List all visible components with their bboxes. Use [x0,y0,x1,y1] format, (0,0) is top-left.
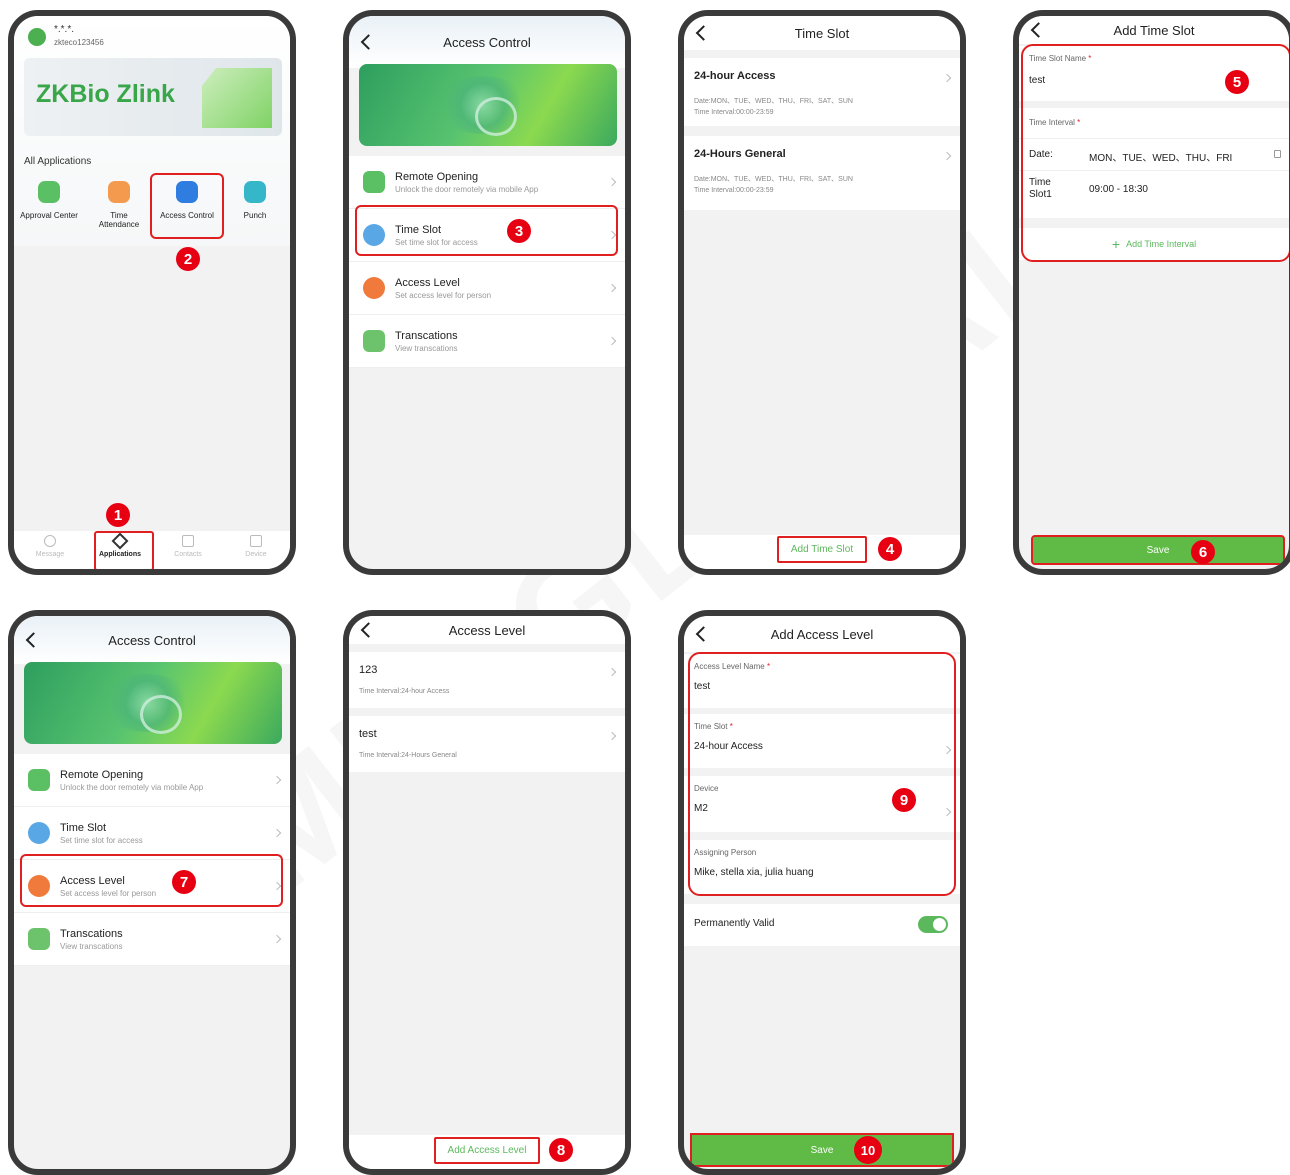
phone-add-access-level: Add Access Level Access Level Name * tes… [678,610,966,1175]
page-title: Add Time Slot [1113,22,1195,38]
save-button[interactable]: Save [690,1133,954,1167]
highlight-form [1021,44,1289,262]
header: Time Slot [684,16,960,50]
chevron-right-icon [272,828,282,838]
step-badge-8: 8 [549,1138,573,1162]
step-badge-4: 4 [878,537,902,561]
banner-title: ZKBio Zlink [36,80,175,108]
header: Access Level [349,616,625,644]
door-icon [28,769,50,791]
save-button[interactable]: Save [1031,535,1285,565]
header: Add Time Slot [1019,16,1289,44]
permanently-valid-row: Permanently Valid [684,904,960,946]
banner-image [24,662,282,744]
step-badge-1: 1 [106,503,130,527]
header: Access Control [349,16,625,68]
step-badge-3: 3 [507,219,531,243]
menu-remote-opening[interactable]: Remote Opening Unlock the door remotely v… [349,156,625,209]
step-badge-10: 10 [854,1136,882,1164]
page-title: Time Slot [794,25,850,41]
phone-access-control-1: Access Control Remote Opening Unlock the … [343,10,631,575]
back-arrow-icon[interactable] [360,622,377,638]
brand-banner[interactable]: ZKBio Zlink [24,58,282,136]
page-title: Add Access Level [770,626,874,642]
document-icon [363,330,385,352]
menu-access-level[interactable]: Access Level Set access level for person [349,262,625,315]
phone-time-slot: Time Slot 24-hour Access Date:MON、TUE、WE… [678,10,966,575]
menu-time-slot[interactable]: Time Slot Set time slot for access [14,807,290,860]
clock-icon [28,822,50,844]
cubes-graphic [202,68,272,128]
time-slot-item[interactable]: 24-Hours General Date:MON、TUE、WED、THU、FR… [684,136,960,210]
highlight-access-level [20,854,283,907]
app-approval-center[interactable]: Approval Center [16,181,82,220]
phone-home: *.*.*. zkteco123456 ZKBio Zlink All Appl… [8,10,296,575]
avatar[interactable] [28,28,46,46]
username: zkteco123456 [54,38,104,47]
phone-access-control-2: Access Control Remote Opening Unlock the … [8,610,296,1175]
step-badge-2: 2 [176,247,200,271]
time-slot-item[interactable]: 24-hour Access Date:MON、TUE、WED、THU、FRI、… [684,58,960,126]
document-icon [28,928,50,950]
access-level-item[interactable]: test Time Interval:24-Hours General [349,716,625,772]
highlight-form [688,652,956,896]
bottom-bar: Add Time Slot [684,535,960,569]
step-badge-9: 9 [892,788,916,812]
punch-icon [244,181,266,203]
step-badge-5: 5 [1225,70,1249,94]
banner-image [359,64,617,146]
chevron-right-icon [607,283,617,293]
highlight-access-control [150,173,224,239]
message-icon [44,535,56,547]
menu-remote-opening[interactable]: Remote Opening Unlock the door remotely v… [14,754,290,807]
header: Add Access Level [684,616,960,652]
tab-contacts[interactable]: Contacts [160,535,216,558]
chevron-right-icon [607,336,617,346]
page-title: Access Control [108,632,196,648]
back-arrow-icon[interactable] [695,626,712,642]
approval-icon [38,181,60,203]
chevron-right-icon [607,177,617,187]
add-access-level-button[interactable]: Add Access Level [433,1136,541,1164]
door-icon [363,171,385,193]
highlight-applications-tab [94,531,154,569]
contacts-icon [182,535,194,547]
phone-access-level: Access Level 123 Time Interval:24-hour A… [343,610,631,1175]
section-title: All Applications [24,156,92,167]
app-punch[interactable]: Punch [222,181,288,220]
access-level-item[interactable]: 123 Time Interval:24-hour Access [349,652,625,708]
access-level-icon [363,277,385,299]
back-arrow-icon[interactable] [695,25,712,41]
bottom-bar: Add Access Level [349,1135,625,1169]
step-badge-7: 7 [172,870,196,894]
time-attendance-icon [108,181,130,203]
menu-transcations[interactable]: Transcations View transcations [349,315,625,368]
device-icon [250,535,262,547]
page-title: Access Control [443,34,531,50]
chevron-right-icon [272,934,282,944]
highlight-time-slot [355,205,618,256]
page-title: Access Level [448,622,526,638]
add-time-slot-button[interactable]: Add Time Slot [776,535,868,563]
masked-name: *.*.*. [54,24,75,35]
tab-message[interactable]: Message [22,535,78,558]
back-arrow-icon[interactable] [1030,22,1047,38]
header: Access Control [14,616,290,664]
chevron-right-icon [272,775,282,785]
permanently-valid-toggle[interactable] [918,916,948,933]
tab-device[interactable]: Device [228,535,284,558]
step-badge-6: 6 [1191,540,1215,564]
back-arrow-icon[interactable] [25,632,42,648]
menu-transcations[interactable]: Transcations View transcations [14,913,290,966]
menu-list: Remote Opening Unlock the door remotely v… [349,156,625,368]
back-arrow-icon[interactable] [360,34,377,50]
app-time-attendance[interactable]: Time Attendance [86,181,152,229]
phone-add-time-slot: Add Time Slot Time Slot Name * test Time… [1013,10,1290,575]
